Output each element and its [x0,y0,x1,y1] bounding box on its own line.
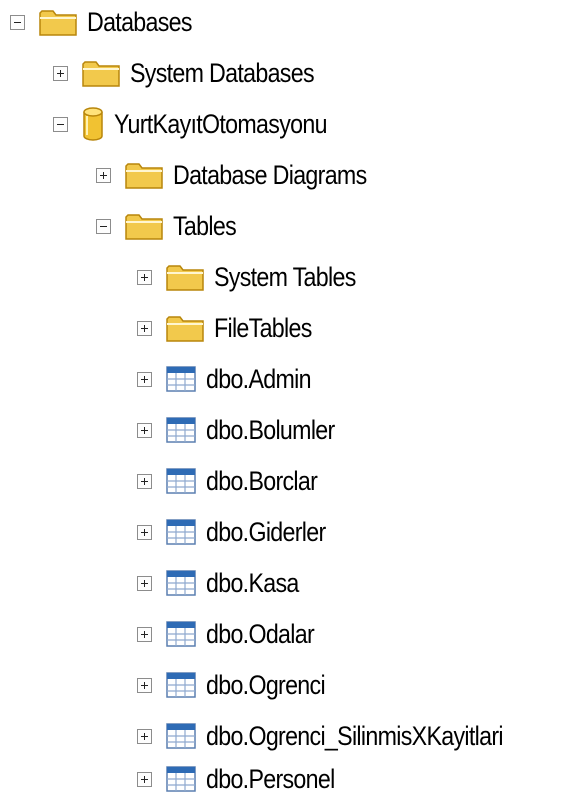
expand-toggle[interactable] [137,575,152,591]
expand-toggle[interactable] [137,422,152,438]
tree-node-database[interactable]: YurtKayıtOtomasyonu [53,104,361,144]
node-label: YurtKayıtOtomasyonu [114,109,327,139]
collapse-toggle[interactable] [96,218,111,234]
expand-toggle[interactable] [137,677,152,693]
expand-toggle[interactable] [137,524,152,540]
expand-toggle[interactable] [137,771,152,787]
node-label: dbo.Ogrenci_SilinmisXKayitlari [206,721,504,751]
tree-node-table[interactable]: dbo.Odalar [137,614,332,654]
node-label: System Tables [214,262,356,292]
node-label: Tables [173,211,237,241]
collapse-toggle[interactable] [10,14,25,30]
node-label: dbo.Giderler [206,517,326,547]
expand-toggle[interactable] [137,473,152,489]
folder-icon [125,160,163,190]
expand-toggle[interactable] [137,728,152,744]
tree-node-table[interactable]: dbo.Admin [137,359,328,399]
tree-node-databases[interactable]: Databases [10,2,209,42]
node-label: dbo.Kasa [206,568,299,598]
node-label: Database Diagrams [173,160,367,190]
tree-node-table[interactable]: dbo.Bolumler [137,410,356,450]
expand-toggle[interactable] [137,371,152,387]
node-label: dbo.Borclar [206,466,318,496]
folder-icon [166,313,204,343]
collapse-toggle[interactable] [53,116,68,132]
tree-node-filetables[interactable]: FileTables [137,308,328,348]
object-explorer-tree: Databases System Databases YurtKayıtOtom… [0,0,565,801]
table-icon [166,766,196,792]
expand-toggle[interactable] [137,320,152,336]
node-label: dbo.Ogrenci [206,670,326,700]
tree-node-table[interactable]: dbo.Ogrenci [137,665,344,705]
node-label: Databases [87,7,193,37]
node-label: dbo.Admin [206,364,312,394]
node-label: dbo.Odalar [206,619,315,649]
folder-icon [39,7,77,37]
table-icon [166,468,196,494]
node-label: FileTables [214,313,312,343]
tree-node-table[interactable]: dbo.Giderler [137,512,345,552]
table-icon [166,672,196,698]
tree-node-system-tables[interactable]: System Tables [137,257,379,297]
tree-node-table[interactable]: dbo.Kasa [137,563,314,603]
tree-node-table[interactable]: dbo.Borclar [137,461,335,501]
tree-node-table[interactable]: dbo.Ogrenci_SilinmisXKayitlari [137,716,551,756]
folder-icon [125,211,163,241]
table-icon [166,417,196,443]
folder-icon [166,262,204,292]
folder-icon [82,58,120,88]
tree-node-table[interactable]: dbo.Personel [137,759,356,799]
table-icon [166,570,196,596]
database-cylinder-icon [82,106,104,142]
table-icon [166,621,196,647]
node-label: dbo.Personel [206,764,335,794]
table-icon [166,519,196,545]
table-icon [166,366,196,392]
tree-node-database-diagrams[interactable]: Database Diagrams [96,155,398,195]
node-label: dbo.Bolumler [206,415,335,445]
expand-toggle[interactable] [53,65,68,81]
tree-node-tables[interactable]: Tables [96,206,246,246]
expand-toggle[interactable] [137,626,152,642]
table-icon [166,723,196,749]
expand-toggle[interactable] [96,167,111,183]
node-label: System Databases [130,58,315,88]
tree-node-system-databases[interactable]: System Databases [53,53,344,93]
expand-toggle[interactable] [137,269,152,285]
